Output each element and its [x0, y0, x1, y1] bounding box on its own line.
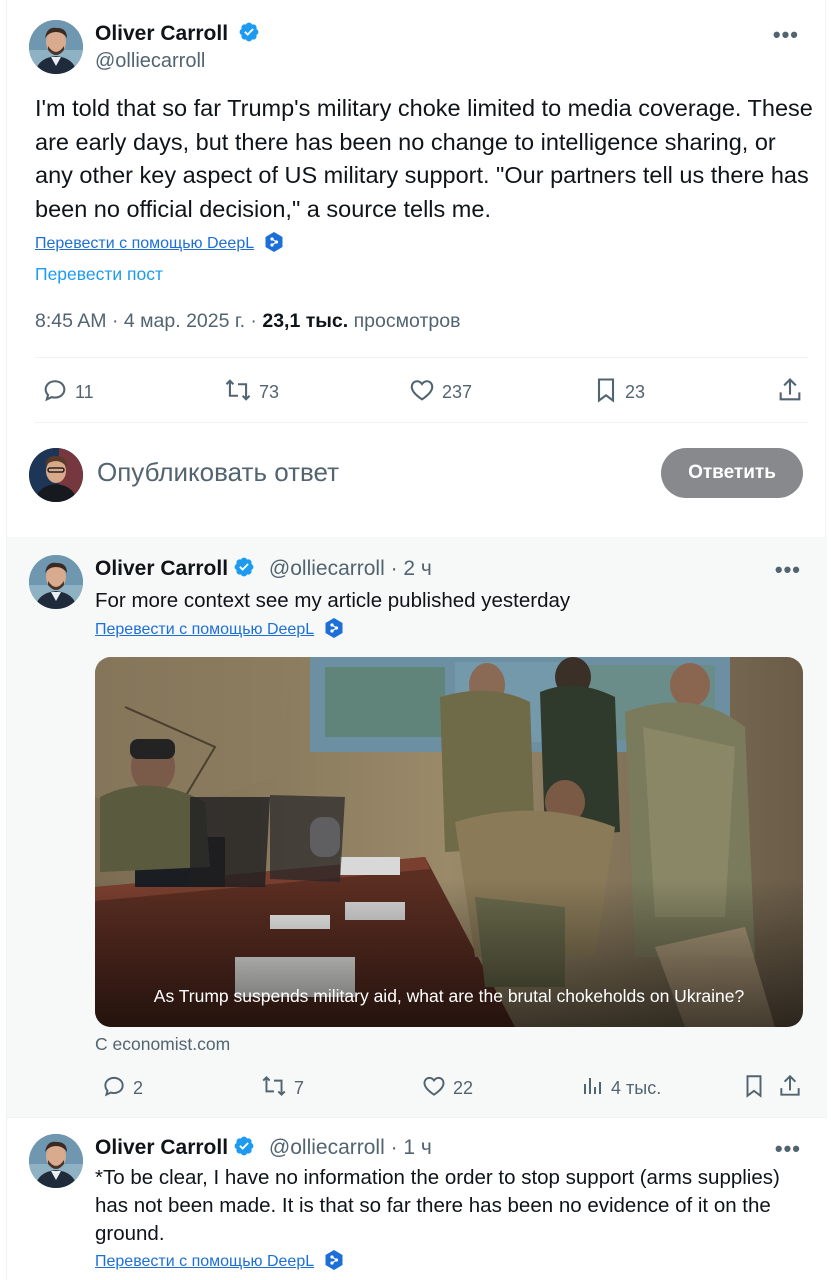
- author-handle[interactable]: @olliecarroll: [95, 50, 205, 73]
- bookmark-button[interactable]: [742, 1073, 766, 1104]
- author-name[interactable]: Oliver Carroll: [95, 22, 228, 45]
- repost-button[interactable]: 73: [223, 376, 279, 409]
- verified-badge-icon: [233, 556, 255, 584]
- share-button[interactable]: [776, 376, 804, 409]
- like-count: 237: [442, 382, 473, 402]
- bookmark-count: 23: [625, 382, 646, 402]
- handle-time[interactable]: @olliecarroll · 1 ч: [269, 1136, 432, 1159]
- deepl-translate-link[interactable]: Перевести с помощью DeepL: [35, 235, 254, 252]
- deepl-icon: [325, 618, 343, 643]
- views-icon: [581, 1073, 605, 1104]
- reply-icon: [101, 1073, 127, 1104]
- avatar[interactable]: [29, 1134, 83, 1188]
- views-button[interactable]: 4 тыс.: [581, 1073, 661, 1104]
- divider: [35, 357, 808, 358]
- deepl-row: Перевести с помощью DeepL: [95, 1250, 343, 1275]
- thread-tweet[interactable]: Oliver Carroll @olliecarroll · 2 ч ••• F…: [7, 537, 827, 1117]
- divider: [35, 422, 808, 423]
- avatar[interactable]: [29, 20, 83, 74]
- like-button[interactable]: 237: [408, 376, 472, 409]
- reply-count: 11: [75, 382, 94, 402]
- card-source[interactable]: С economist.com: [95, 1034, 230, 1055]
- share-button[interactable]: [777, 1073, 803, 1104]
- bookmark-icon: [742, 1073, 766, 1104]
- thread-header: Oliver Carroll @olliecarroll · 1 ч: [95, 1135, 432, 1163]
- tweet-meta: 8:45 AM · 4 мар. 2025 г. · 23,1 тыс. про…: [35, 310, 460, 333]
- bookmark-icon: [593, 376, 619, 409]
- like-button[interactable]: 22: [421, 1073, 473, 1104]
- deepl-row: Перевести с помощью DeepL: [95, 618, 343, 643]
- thread-header: Oliver Carroll @olliecarroll · 2 ч: [95, 556, 432, 584]
- repost-count: 73: [259, 382, 280, 402]
- tweet-text: I'm told that so far Trump's military ch…: [35, 95, 813, 222]
- tweet-text: *To be clear, I have no information the …: [95, 1166, 780, 1245]
- reply-icon: [41, 376, 69, 409]
- deepl-icon: [265, 232, 283, 257]
- reply-button[interactable]: 2: [101, 1073, 143, 1104]
- more-options-icon[interactable]: •••: [773, 22, 799, 48]
- tweet-text: For more context see my article publishe…: [95, 589, 571, 612]
- verified-badge-icon: [233, 1135, 255, 1163]
- views-count: 4 тыс.: [611, 1078, 662, 1098]
- translate-post-link[interactable]: Перевести пост: [35, 264, 163, 285]
- deepl-translate-link[interactable]: Перевести с помощью DeepL: [95, 621, 314, 638]
- handle-time[interactable]: @olliecarroll · 2 ч: [269, 557, 432, 580]
- author-name-row: Oliver Carroll: [95, 21, 260, 48]
- like-count: 22: [453, 1078, 474, 1098]
- deepl-translate-link[interactable]: Перевести с помощью DeepL: [95, 1253, 314, 1270]
- avatar[interactable]: [29, 555, 83, 609]
- bookmark-button[interactable]: 23: [593, 376, 645, 409]
- share-icon: [776, 376, 804, 409]
- reply-submit-button[interactable]: Ответить: [661, 448, 803, 498]
- author-name[interactable]: Oliver Carroll: [95, 557, 228, 580]
- deepl-icon: [325, 1250, 343, 1275]
- tweet-timestamp[interactable]: 8:45 AM · 4 мар. 2025 г. ·: [35, 310, 262, 332]
- reply-composer: Опубликовать ответ Ответить: [7, 440, 827, 535]
- deepl-row: Перевести с помощью DeepL: [35, 232, 283, 257]
- page-frame: Oliver Carroll @olliecarroll ••• I'm tol…: [6, 0, 827, 1280]
- divider: [7, 1117, 827, 1118]
- verified-badge-icon: [238, 21, 260, 48]
- reply-input[interactable]: Опубликовать ответ: [97, 457, 339, 488]
- reply-button[interactable]: 11: [41, 376, 94, 409]
- author-name[interactable]: Oliver Carroll: [95, 1136, 228, 1159]
- views-count: 23,1 тыс.: [262, 310, 349, 332]
- repost-icon: [260, 1073, 288, 1104]
- my-avatar[interactable]: [29, 448, 83, 502]
- like-icon: [408, 376, 436, 409]
- more-options-icon[interactable]: •••: [775, 1136, 801, 1162]
- more-options-icon[interactable]: •••: [775, 557, 801, 583]
- card-image: [95, 657, 803, 1027]
- thread-tweet[interactable]: Oliver Carroll @olliecarroll · 1 ч ••• *…: [7, 1117, 827, 1280]
- repost-icon: [223, 376, 253, 409]
- share-icon: [777, 1073, 803, 1104]
- repost-button[interactable]: 7: [260, 1073, 304, 1104]
- repost-count: 7: [294, 1078, 305, 1098]
- link-card[interactable]: As Trump suspends military aid, what are…: [95, 657, 803, 1027]
- card-caption: As Trump suspends military aid, what are…: [153, 986, 745, 1006]
- reply-count: 2: [133, 1078, 144, 1098]
- views-label: просмотров: [348, 310, 461, 332]
- like-icon: [421, 1073, 447, 1104]
